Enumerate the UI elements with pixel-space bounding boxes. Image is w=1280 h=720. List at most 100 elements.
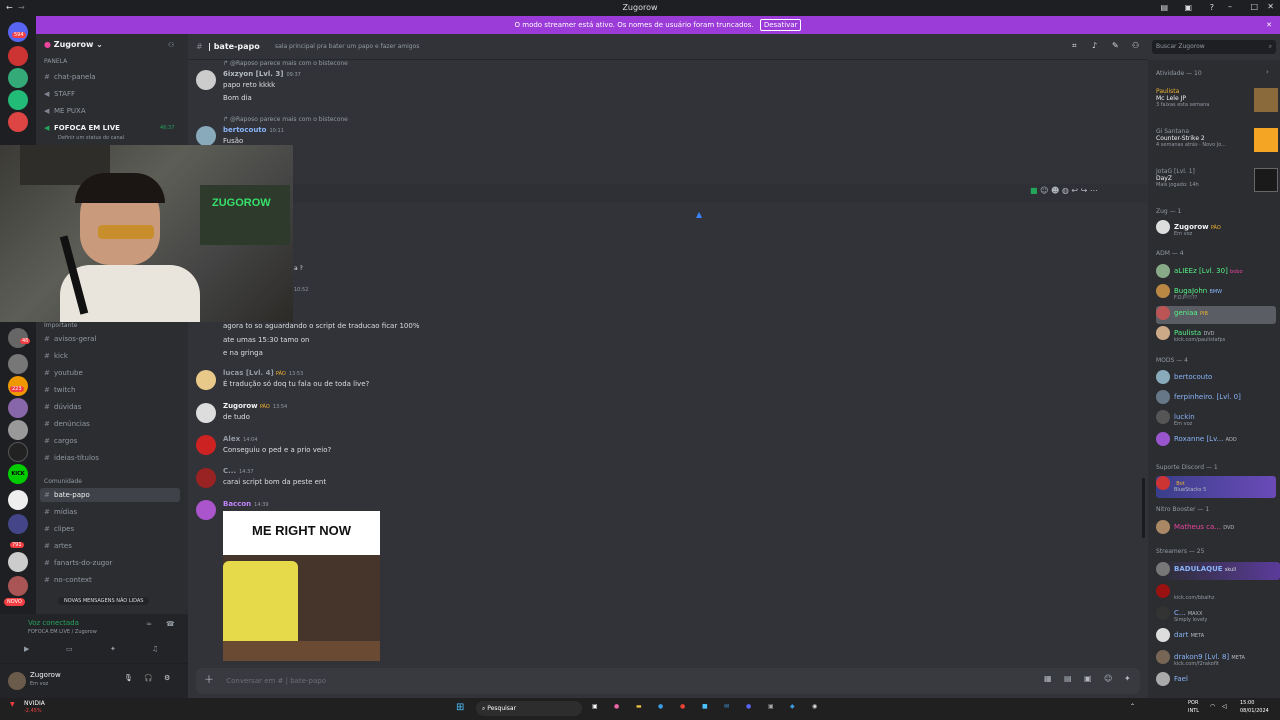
member-item[interactable]: Paulista DVD kick.com/paulistafps bbox=[1156, 326, 1225, 344]
obs-icon[interactable]: ◉ bbox=[812, 703, 817, 710]
activity-card[interactable]: Paulista Mc Lele JP 3 faixas esta semana bbox=[1156, 88, 1278, 116]
channel-item[interactable]: # ideias-títulos bbox=[44, 451, 99, 465]
member-item[interactable]: aLIEEz [Lvl. 30] bobo bbox=[1156, 264, 1243, 282]
screen-share-icon[interactable]: ▭ bbox=[66, 645, 73, 653]
stock-name[interactable]: NVIDIA bbox=[24, 700, 45, 707]
headphones-icon[interactable]: 🎧 bbox=[144, 674, 153, 682]
vscode-icon[interactable]: ◆ bbox=[790, 703, 795, 710]
server-icon[interactable] bbox=[8, 576, 28, 596]
message-image-attachment[interactable]: ME RIGHT NOW bbox=[223, 511, 380, 661]
message-actions[interactable]: ■ ☺ ☻ ◍ ↩ ↪ ⋯ bbox=[1030, 186, 1098, 195]
channel-item[interactable]: # twitch bbox=[44, 383, 75, 397]
hovered-message[interactable] bbox=[188, 184, 1148, 202]
apps-icon[interactable]: ✦ bbox=[1124, 674, 1131, 683]
member-item[interactable]: luckin Em voz bbox=[1156, 410, 1195, 428]
member-item[interactable]: Matheus ca... DVD bbox=[1156, 520, 1234, 538]
deactivate-button[interactable]: Desativar bbox=[759, 19, 802, 31]
reply-reference[interactable]: ↱ @Raposo parece mais com o bistecone bbox=[223, 116, 348, 123]
search-input[interactable]: Buscar Zugorow ⌕ bbox=[1152, 40, 1276, 54]
start-icon[interactable]: ⊞ bbox=[456, 702, 464, 713]
discord-icon[interactable]: ● bbox=[746, 703, 751, 710]
banner-close-icon[interactable]: ✕ bbox=[1266, 16, 1272, 34]
server-icon[interactable] bbox=[8, 90, 28, 110]
inbox-icon[interactable]: ▤ bbox=[1160, 3, 1168, 12]
close-button[interactable]: ✕ bbox=[1267, 2, 1274, 11]
channel-item[interactable]: # denúncias bbox=[44, 417, 90, 431]
emoji-icon[interactable]: ☺ bbox=[1104, 674, 1112, 683]
wifi-icon[interactable]: ◠ bbox=[1210, 703, 1215, 710]
task-view-icon[interactable]: ▣ bbox=[592, 703, 598, 710]
camera-icon[interactable]: ▶ bbox=[24, 645, 29, 653]
member-item[interactable]: Bot BlueStacks 5 bbox=[1156, 476, 1276, 498]
voice-status[interactable]: Voz conectada bbox=[28, 619, 79, 627]
sticker-icon[interactable]: ▣ bbox=[1084, 674, 1092, 683]
member-item[interactable]: Roxanne [Lv... ADD bbox=[1156, 432, 1237, 450]
minimize-button[interactable]: – bbox=[1228, 2, 1232, 11]
activity-card[interactable]: JotaG [Lvl. 1] DayZ Mais jogado: 14h bbox=[1156, 168, 1278, 196]
clock-time[interactable]: 15:00 bbox=[1240, 700, 1254, 706]
avatar[interactable] bbox=[196, 403, 216, 423]
noise-suppression-icon[interactable]: ≈ bbox=[146, 620, 152, 628]
gif-icon[interactable]: ▤ bbox=[1064, 674, 1072, 683]
member-list-icon[interactable]: ⚇ bbox=[1132, 41, 1139, 50]
channel-item[interactable]: # fanarts-do-zugor bbox=[44, 556, 112, 570]
category-importante[interactable]: Importante bbox=[44, 322, 77, 329]
voice-channel-item[interactable]: ◀ ME PUXA bbox=[44, 104, 86, 118]
chevron-right-icon[interactable]: › bbox=[1266, 68, 1269, 76]
avatar[interactable] bbox=[196, 70, 216, 90]
member-item[interactable]: geniaa PIB bbox=[1156, 306, 1276, 324]
server-icon[interactable] bbox=[8, 552, 28, 572]
member-item[interactable]: ferpinheiro. [Lvl. 0] bbox=[1156, 390, 1241, 408]
channel-item[interactable]: # mídias bbox=[44, 505, 77, 519]
store-icon[interactable]: ■ bbox=[702, 703, 708, 710]
app-icon[interactable]: ● bbox=[614, 703, 619, 710]
disconnect-icon[interactable]: ☎ bbox=[166, 620, 175, 628]
add-member-icon[interactable]: ⚇ bbox=[168, 41, 174, 49]
channel-status-link[interactable]: Definir um status do canal bbox=[58, 135, 124, 141]
forward-icon[interactable]: → bbox=[18, 3, 25, 12]
avatar[interactable] bbox=[196, 370, 216, 390]
server-name[interactable]: ● Zugorow ⌄ bbox=[44, 40, 103, 49]
member-item[interactable]: drakon9 [Lvl. 8] META kick.com/f2rakofit bbox=[1156, 650, 1245, 668]
threads-icon[interactable]: ⌗ bbox=[1072, 41, 1077, 51]
mail-icon[interactable]: ✉ bbox=[724, 703, 729, 710]
channel-item[interactable]: # dúvidas bbox=[44, 400, 81, 414]
avatar[interactable] bbox=[196, 126, 216, 146]
maximize-button[interactable]: □ bbox=[1250, 2, 1258, 11]
voice-channel-item[interactable]: ◀ STAFF bbox=[44, 87, 75, 101]
activity-card[interactable]: Gi Santana Counter-Strike 2 4 semanas at… bbox=[1156, 128, 1278, 156]
reply-reference[interactable]: ↱ @Raposo parece mais com o bistecone bbox=[223, 60, 348, 67]
avatar[interactable] bbox=[196, 435, 216, 455]
volume-icon[interactable]: ◁ bbox=[1222, 703, 1227, 710]
taskbar-search[interactable]: ⌕ Pesquisar bbox=[476, 701, 582, 716]
server-icon[interactable] bbox=[8, 420, 28, 440]
server-icon[interactable] bbox=[8, 112, 28, 132]
add-attachment-icon[interactable]: ＋ bbox=[196, 675, 214, 686]
user-name[interactable]: Zugorow bbox=[30, 671, 61, 679]
channel-item-active[interactable]: # bate-papo bbox=[40, 488, 180, 502]
scrollbar[interactable] bbox=[1142, 478, 1145, 538]
avatar[interactable] bbox=[196, 468, 216, 488]
server-icon[interactable] bbox=[8, 46, 28, 66]
member-item[interactable]: Zugorow PÃO Em voz bbox=[1156, 220, 1221, 238]
notifications-icon[interactable]: ♪ bbox=[1092, 41, 1097, 50]
server-icon[interactable] bbox=[8, 490, 28, 510]
server-icon[interactable] bbox=[8, 514, 28, 534]
kick-server-icon[interactable]: KICK bbox=[8, 464, 28, 484]
soundboard-icon[interactable]: ♫ bbox=[152, 645, 158, 653]
channel-item[interactable]: # youtube bbox=[44, 366, 83, 380]
gift-icon[interactable]: ▦ bbox=[1044, 674, 1052, 683]
avatar[interactable] bbox=[8, 672, 26, 690]
folder-icon[interactable]: ▬ bbox=[636, 703, 642, 710]
help-icon[interactable]: ? bbox=[1210, 3, 1214, 12]
channel-item[interactable]: # clipes bbox=[44, 522, 74, 536]
server-icon[interactable] bbox=[8, 354, 28, 374]
channel-item[interactable]: # chat-panela bbox=[44, 70, 96, 84]
back-icon[interactable]: ← bbox=[6, 3, 13, 12]
server-icon[interactable] bbox=[8, 442, 28, 462]
member-item[interactable]: dart META bbox=[1156, 628, 1204, 646]
settings-gear-icon[interactable]: ⚙ bbox=[164, 674, 170, 682]
pin-icon[interactable]: ✎ bbox=[1112, 41, 1119, 50]
channel-item[interactable]: # no-context bbox=[44, 573, 92, 587]
member-item[interactable]: bertocouto bbox=[1156, 370, 1212, 388]
